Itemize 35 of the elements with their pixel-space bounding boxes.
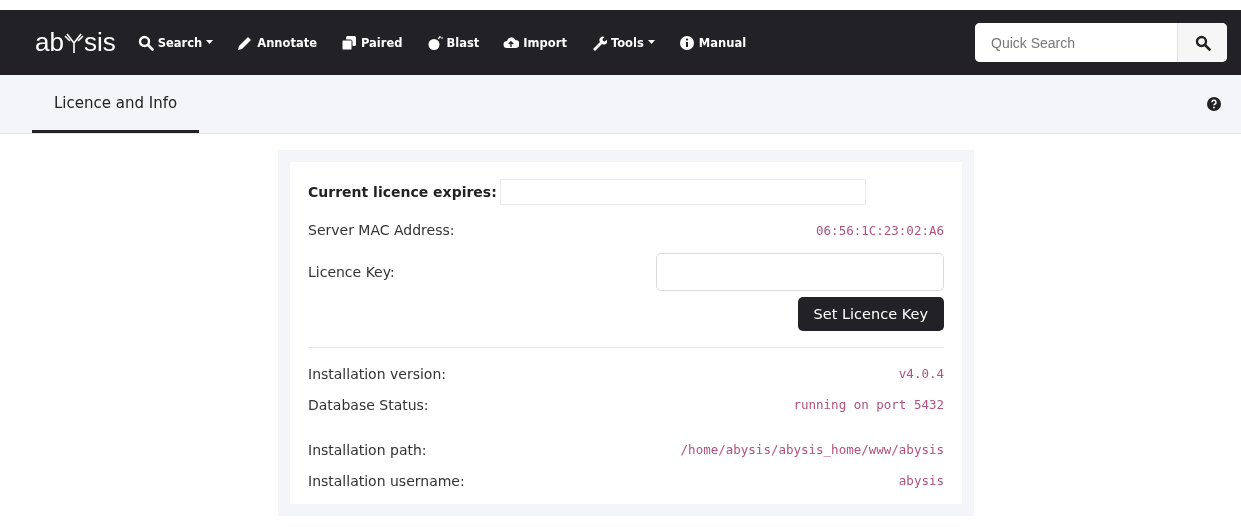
nav-item[interactable]: Annotate <box>237 34 317 51</box>
field-value: abysis <box>898 473 944 488</box>
search-icon <box>137 34 154 51</box>
search-button[interactable] <box>1177 23 1227 62</box>
logo-text: sis <box>83 27 116 58</box>
licence-key-field[interactable] <box>656 253 944 291</box>
nav-item[interactable]: Manual <box>678 34 747 51</box>
field-value: /home/abysis/abysis_home/www/abysis <box>680 442 944 457</box>
field-label: Server MAC Address: <box>308 222 455 238</box>
pencil-icon <box>237 34 254 51</box>
copy-icon <box>340 34 357 51</box>
field-value: running on port 5432 <box>793 397 944 412</box>
logo-text: ab <box>35 27 64 58</box>
set-licence-key-button[interactable]: Set Licence Key <box>797 297 944 331</box>
nav-item[interactable]: Tools <box>590 34 655 51</box>
help-icon[interactable] <box>1207 97 1221 111</box>
tab[interactable]: Licence and Info <box>32 75 200 133</box>
field-label: Database Status: <box>308 396 429 413</box>
nav-item[interactable]: Paired <box>340 34 403 51</box>
info-icon <box>678 34 695 51</box>
field-label: Licence Key: <box>308 264 395 280</box>
cloud-upload-icon <box>503 34 520 51</box>
antibody-icon <box>63 31 84 54</box>
nav-item[interactable]: Blast <box>426 34 480 51</box>
nav-item[interactable]: Search <box>137 34 214 51</box>
bomb-icon <box>426 34 443 51</box>
field-label: Current licence expires: <box>308 184 497 200</box>
field-label: Installation username: <box>308 472 465 489</box>
search-icon <box>1194 34 1211 51</box>
quick-search-field[interactable]: Quick Search <box>975 23 1227 62</box>
field-label: Installation path: <box>308 441 427 458</box>
field-value: v4.0.4 <box>898 366 944 381</box>
nav-item[interactable]: Import <box>503 34 567 51</box>
field-value: 06:56:1C:23:02:A6 <box>816 222 944 238</box>
field-label: Installation version: <box>308 365 446 382</box>
